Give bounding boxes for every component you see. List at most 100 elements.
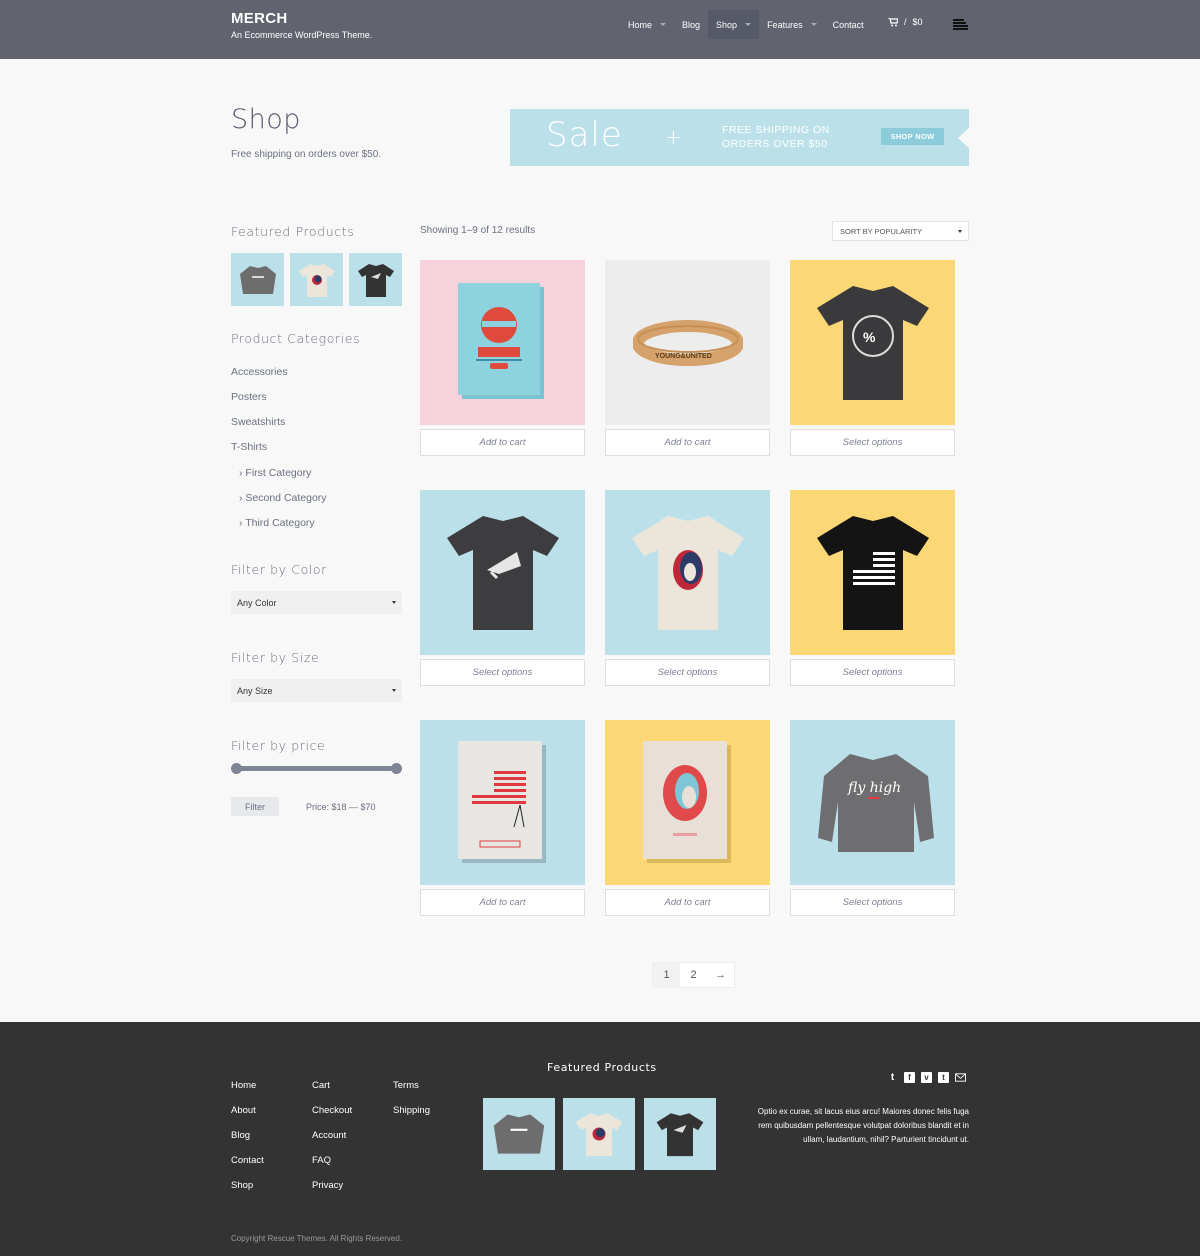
select-options-button[interactable]: Select options (790, 659, 955, 686)
banner-shipping-line1: FREE SHIPPING ON (722, 124, 830, 136)
footer-text: Optio ex curae, sit lacus eius arcu! Mai… (757, 1107, 969, 1144)
tshirt-image (631, 515, 744, 630)
product-image[interactable] (605, 490, 770, 655)
select-options-button[interactable]: Select options (790, 889, 955, 916)
email-icon[interactable] (955, 1072, 966, 1083)
caret-down-icon (392, 601, 396, 604)
nav-contact[interactable]: Contact (825, 10, 872, 39)
footer-featured-portrait-tshirt[interactable] (563, 1098, 635, 1170)
site-header: MERCH An Ecommerce WordPress Theme. Home… (0, 0, 1200, 59)
price-slider-max-handle[interactable] (391, 763, 402, 774)
price-slider-track[interactable] (236, 766, 397, 771)
svg-text:fly high: fly high (847, 780, 901, 796)
footer-link-about[interactable]: About (231, 1105, 256, 1116)
featured-thumb-eagle-tshirt[interactable] (349, 253, 402, 306)
category-third[interactable]: › Third Category (239, 517, 315, 529)
footer-link-contact[interactable]: Contact (231, 1155, 264, 1166)
footer-link-privacy[interactable]: Privacy (312, 1180, 343, 1191)
filter-price-title: Filter by price (231, 738, 326, 753)
category-sweatshirts[interactable]: Sweatshirts (231, 416, 285, 428)
tshirt-image (298, 263, 335, 297)
featured-thumb-portrait-tshirt[interactable] (290, 253, 343, 306)
sweatshirt-image (239, 265, 276, 294)
main-nav: Home Blog Shop Features Contact (620, 10, 872, 39)
svg-text:YOUNG&UNITED: YOUNG&UNITED (655, 353, 712, 360)
svg-text:%: % (863, 329, 876, 345)
hamburger-menu-icon[interactable] (953, 19, 968, 31)
category-accessories[interactable]: Accessories (231, 366, 288, 378)
cart-link[interactable]: / $0 (888, 17, 923, 27)
footer-link-blog[interactable]: Blog (231, 1130, 250, 1141)
page-1[interactable]: 1 (653, 963, 680, 987)
sort-select[interactable]: SORT BY POPULARITY (832, 221, 969, 241)
product-image[interactable] (420, 490, 585, 655)
product-image[interactable]: YOUNG&UNITED (605, 260, 770, 425)
footer-link-home[interactable]: Home (231, 1080, 256, 1091)
footer-link-account[interactable]: Account (312, 1130, 346, 1141)
footer-link-faq[interactable]: FAQ (312, 1155, 331, 1166)
price-range-label: Price: $18 — $70 (306, 802, 376, 812)
add-to-cart-button[interactable]: Add to cart (420, 889, 585, 916)
featured-products-title: Featured Products (231, 224, 355, 239)
add-to-cart-button[interactable]: Add to cart (420, 429, 585, 456)
nav-shop[interactable]: Shop (708, 10, 760, 39)
shop-now-button[interactable]: SHOP NOW (881, 128, 944, 145)
filter-color-title: Filter by Color (231, 562, 327, 577)
results-count: Showing 1–9 of 12 results (420, 225, 536, 236)
size-select-value: Any Size (237, 685, 273, 696)
site-title[interactable]: MERCH (231, 10, 372, 27)
select-options-button[interactable]: Select options (605, 659, 770, 686)
nav-blog-label: Blog (682, 19, 701, 30)
banner-notch (958, 127, 969, 149)
category-posters[interactable]: Posters (231, 391, 267, 403)
filter-button[interactable]: Filter (231, 797, 279, 816)
category-tshirts[interactable]: T-Shirts (231, 441, 267, 453)
nav-blog[interactable]: Blog (674, 10, 708, 39)
product-image[interactable] (420, 720, 585, 885)
twitter-icon[interactable]: t (887, 1072, 898, 1083)
product-image[interactable] (790, 490, 955, 655)
footer-featured-eagle-tshirt[interactable] (644, 1098, 716, 1170)
vimeo-icon[interactable]: v (921, 1072, 932, 1083)
facebook-icon[interactable]: f (904, 1072, 915, 1083)
banner-plus: + (665, 125, 682, 149)
add-to-cart-button[interactable]: Add to cart (605, 429, 770, 456)
nav-home[interactable]: Home (620, 10, 674, 39)
next-page-arrow[interactable]: → (707, 963, 734, 987)
category-second[interactable]: › Second Category (239, 492, 327, 504)
color-select-value: Any Color (237, 597, 277, 608)
color-select[interactable]: Any Color (231, 591, 402, 614)
sort-select-value: SORT BY POPULARITY (840, 226, 923, 236)
footer-link-checkout[interactable]: Checkout (312, 1105, 352, 1116)
footer-featured-sweatshirt[interactable] (483, 1098, 555, 1170)
product-image[interactable] (605, 720, 770, 885)
pagination: 1 2 → (652, 962, 735, 988)
brand[interactable]: MERCH An Ecommerce WordPress Theme. (231, 10, 372, 40)
footer-link-shop[interactable]: Shop (231, 1180, 253, 1191)
tumblr-icon[interactable]: t (938, 1072, 949, 1083)
featured-thumb-sweatshirt[interactable] (231, 253, 284, 306)
bracelet-image: YOUNG&UNITED (632, 319, 743, 366)
product-image[interactable] (420, 260, 585, 425)
nav-features[interactable]: Features (759, 10, 825, 39)
product-image[interactable]: % (790, 260, 955, 425)
footer-link-shipping[interactable]: Shipping (393, 1105, 430, 1116)
size-select[interactable]: Any Size (231, 679, 402, 702)
tshirt-image (656, 1113, 704, 1157)
select-options-button[interactable]: Select options (790, 429, 955, 456)
select-options-button[interactable]: Select options (420, 659, 585, 686)
cart-icon (888, 17, 898, 26)
footer-link-terms[interactable]: Terms (393, 1080, 419, 1091)
add-to-cart-button[interactable]: Add to cart (605, 889, 770, 916)
product-card: Add to cart (605, 720, 770, 916)
page-2[interactable]: 2 (680, 963, 707, 987)
footer-link-cart[interactable]: Cart (312, 1080, 330, 1091)
sweatshirt-image: fly high (817, 753, 934, 852)
site-tagline: An Ecommerce WordPress Theme. (231, 30, 373, 40)
product-image[interactable]: fly high (790, 720, 955, 885)
sale-banner[interactable]: Sale + FREE SHIPPING ON ORDERS OVER $50 … (510, 109, 969, 166)
category-first[interactable]: › First Category (239, 467, 311, 479)
copyright: Copyright Rescue Themes. All Rights Rese… (231, 1234, 403, 1243)
product-card: Add to cart (420, 720, 585, 916)
price-slider-min-handle[interactable] (231, 763, 242, 774)
